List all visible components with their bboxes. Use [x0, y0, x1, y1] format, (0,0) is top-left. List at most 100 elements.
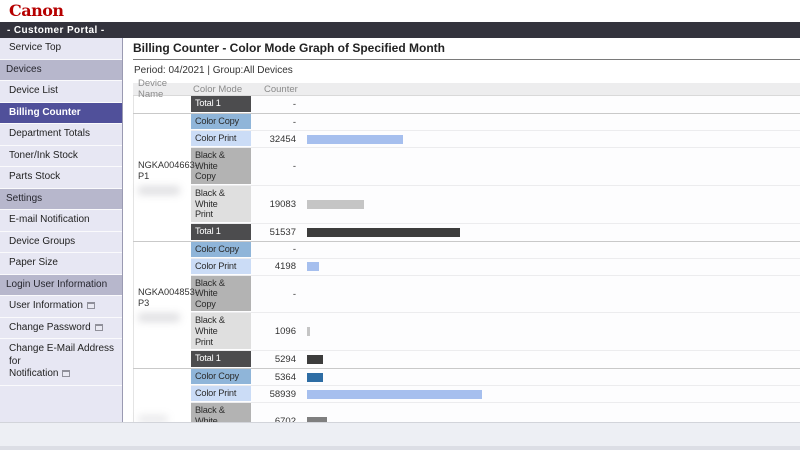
table-row: Color Print4198 [191, 259, 800, 276]
counter-bar-zone [301, 276, 800, 313]
counter-bar [307, 327, 310, 336]
counter-bar [307, 135, 403, 144]
counter-value-cell: 19083 [251, 186, 301, 223]
counter-bar-zone [301, 313, 800, 350]
table-row: Black & White Copy6702 [191, 403, 800, 422]
sidebar-item-label: Toner/Ink Stock [9, 150, 78, 161]
sidebar-item-change-password[interactable]: Change Password [0, 318, 122, 340]
color-mode-cell: Black & White Copy [191, 148, 251, 184]
sidebar-item-label: Department Totals [9, 128, 90, 139]
table-row: Black & White Print19083 [191, 186, 800, 224]
counter-value-cell: 4198 [251, 259, 301, 275]
color-mode-cell: Black & White Copy [191, 276, 251, 312]
counter-bar-zone [301, 369, 800, 385]
external-window-icon [87, 302, 95, 309]
color-mode-cell: Color Copy [191, 114, 251, 129]
mode-rows: Color Copy5364Color Print58939Black & Wh… [191, 369, 800, 422]
sidebar-item-label: Login User Information [6, 279, 107, 290]
sidebar-item-label: Billing Counter [9, 107, 81, 118]
device-group: Total 1- [133, 96, 800, 114]
color-mode-cell: Total 1 [191, 224, 251, 240]
portal-title-bar: - Customer Portal - [0, 22, 800, 38]
sidebar-item-parts-stock[interactable]: Parts Stock [0, 167, 122, 189]
sidebar-item-e-mail-notification[interactable]: E-mail Notification [0, 210, 122, 232]
page-footer [0, 422, 800, 450]
counter-bar-zone [301, 386, 800, 402]
sidebar-item-user-information[interactable]: User Information [0, 296, 122, 318]
color-mode-cell: Total 1 [191, 351, 251, 367]
counter-bar-zone [301, 242, 800, 258]
counter-value-cell: 58939 [251, 386, 301, 402]
counter-bar-zone [301, 259, 800, 275]
counter-bar [307, 417, 327, 422]
sidebar-item-label: Change Password [9, 322, 91, 333]
counter-value-cell: - [251, 96, 301, 113]
sidebar-item-label: User Information [9, 300, 83, 311]
sidebar-item-paper-size[interactable]: Paper Size [0, 253, 122, 275]
table-row: Color Copy- [191, 114, 800, 131]
counter-value-cell: - [251, 114, 301, 130]
sidebar-item-label: Settings [6, 193, 42, 204]
header-color-mode: Color Mode [191, 84, 251, 95]
sidebar-item-device-list[interactable]: Device List [0, 81, 122, 103]
color-mode-cell: Color Print [191, 131, 251, 146]
sidebar-item-change-e-mail-address-for-notification[interactable]: Change E-Mail Address for Notification [0, 339, 122, 386]
device-group: NGKA004663- P1Color Copy-Color Print3245… [133, 114, 800, 241]
sidebar-item-label: Device Groups [9, 236, 75, 247]
redaction-blur [138, 415, 168, 422]
device-group: P1Color Copy5364Color Print58939Black & … [133, 369, 800, 422]
color-mode-cell: Color Print [191, 386, 251, 401]
sidebar-nav: Service Top Devices Device List Billing Cou… [0, 38, 123, 422]
color-mode-cell: Color Copy [191, 242, 251, 257]
color-mode-cell: Black & White Print [191, 186, 251, 222]
counter-bar-zone [301, 114, 800, 130]
redaction-blur [138, 313, 180, 322]
counter-value-cell: 5364 [251, 369, 301, 385]
sidebar-item-label: Service Top [9, 42, 61, 53]
table-row: Black & White Copy- [191, 148, 800, 186]
table-row: Total 15294 [191, 351, 800, 368]
counter-bar-zone [301, 403, 800, 422]
brand-header: Canon [0, 0, 800, 22]
sidebar-item-toner-ink-stock[interactable]: Toner/Ink Stock [0, 146, 122, 168]
mode-rows: Color Copy-Color Print32454Black & White… [191, 114, 800, 240]
color-mode-cell: Color Print [191, 259, 251, 274]
counter-value-cell: 51537 [251, 224, 301, 241]
sidebar-item-label: Parts Stock [9, 171, 60, 182]
period-group-line: Period: 04/2021 | Group:All Devices [134, 65, 800, 76]
color-mode-cell: Total 1 [191, 96, 251, 112]
counter-bar-zone [301, 224, 800, 241]
external-window-icon [62, 370, 70, 377]
sidebar-item-service-top[interactable]: Service Top [0, 38, 122, 60]
table-row: Color Print32454 [191, 131, 800, 148]
page-title: Billing Counter - Color Mode Graph of Sp… [133, 42, 800, 60]
counter-value-cell: - [251, 276, 301, 313]
counter-value-cell: 32454 [251, 131, 301, 147]
sidebar-item-billing-counter[interactable]: Billing Counter [0, 103, 122, 125]
counter-bar-zone [301, 351, 800, 368]
device-name-cell: NGKA004853- P3 [133, 242, 191, 368]
counter-value-cell: 6702 [251, 403, 301, 422]
counter-value-cell: - [251, 148, 301, 185]
counter-bar [307, 200, 364, 209]
table-row: Color Print58939 [191, 386, 800, 403]
device-name: NGKA004853- P3 [138, 287, 191, 309]
sidebar-item-label: E-mail Notification [9, 214, 90, 225]
external-window-icon [95, 324, 103, 331]
counter-bar-zone [301, 131, 800, 147]
device-name: NGKA004663- P1 [138, 160, 191, 182]
table-row: Color Copy- [191, 242, 800, 259]
billing-table-body: Total 1-NGKA004663- P1Color Copy-Color P… [133, 96, 800, 422]
table-header-row: Device Name Color Mode Counter [133, 83, 800, 96]
device-name-cell [133, 96, 191, 113]
sidebar-item-label: Devices [6, 64, 42, 75]
sidebar-item-department-totals[interactable]: Department Totals [0, 124, 122, 146]
table-row: Black & White Print1096 [191, 313, 800, 351]
sidebar-item-device-groups[interactable]: Device Groups [0, 232, 122, 254]
table-row: Total 1- [191, 96, 800, 113]
counter-bar [307, 228, 460, 237]
table-row: Total 151537 [191, 224, 800, 241]
counter-bar [307, 390, 482, 399]
device-group: NGKA004853- P3Color Copy-Color Print4198… [133, 242, 800, 369]
content-area: Service Top Devices Device List Billing Cou… [0, 38, 800, 422]
